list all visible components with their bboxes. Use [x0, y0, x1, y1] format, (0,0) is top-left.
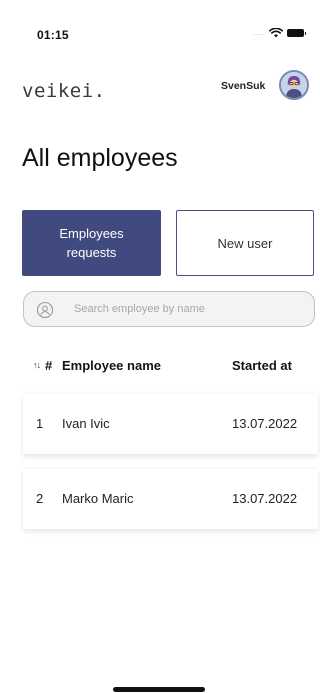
- user-avatar-icon: [281, 72, 307, 98]
- employee-name: Marko Maric: [62, 491, 134, 506]
- table-header: ↑↓ # Employee name Started at: [0, 350, 318, 384]
- search-input[interactable]: [74, 292, 304, 326]
- sort-icon[interactable]: ↑↓: [33, 360, 41, 370]
- battery-icon: [287, 29, 306, 37]
- row-number: 2: [36, 491, 44, 506]
- signal-icon: ....: [253, 29, 265, 37]
- avatar[interactable]: [279, 70, 309, 100]
- table-row[interactable]: 2 Marko Maric 13.07.2022: [23, 469, 318, 529]
- column-header-number: #: [45, 358, 53, 373]
- started-date: 13.07.2022: [232, 491, 298, 506]
- employees-requests-label: Employees requests: [59, 226, 124, 260]
- status-bar: 01:15 ....: [0, 0, 318, 60]
- row-number: 1: [36, 416, 44, 431]
- column-header-started[interactable]: Started at: [232, 358, 292, 373]
- status-icons: ....: [253, 28, 306, 38]
- wifi-icon: [269, 28, 283, 38]
- employees-requests-button[interactable]: Employees requests: [22, 210, 161, 276]
- search-icon: [36, 301, 54, 319]
- username-label[interactable]: SvenSuk: [221, 80, 265, 92]
- status-time: 01:15: [37, 28, 69, 42]
- employee-name: Ivan Ivic: [62, 416, 110, 431]
- app-header: veikei. SvenSuk: [0, 66, 318, 112]
- search-bar[interactable]: [23, 291, 315, 327]
- app-logo[interactable]: veikei.: [22, 80, 106, 102]
- column-header-name[interactable]: Employee name: [62, 358, 161, 373]
- home-indicator[interactable]: [113, 687, 205, 692]
- new-user-button[interactable]: New user: [176, 210, 314, 276]
- table-row[interactable]: 1 Ivan Ivic 13.07.2022: [23, 394, 318, 454]
- started-date: 13.07.2022: [232, 416, 298, 431]
- new-user-label: New user: [217, 235, 273, 251]
- page-title: All employees: [22, 144, 178, 172]
